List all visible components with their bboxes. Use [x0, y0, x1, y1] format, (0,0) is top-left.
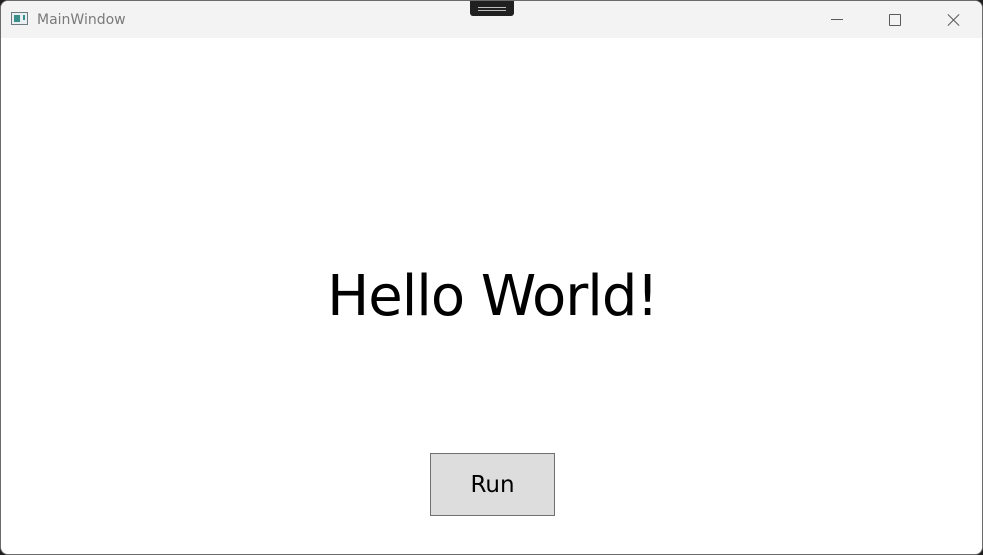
close-icon [947, 13, 960, 26]
window-content: Hello World! Run [1, 38, 982, 554]
app-window-icon [11, 12, 28, 25]
main-window: MainWindow Hello World! Run [0, 0, 983, 555]
greeting-text: Hello World! [327, 264, 659, 329]
snap-layout-handle-icon[interactable] [470, 1, 514, 16]
close-button[interactable] [924, 1, 982, 38]
minimize-icon [831, 19, 843, 20]
maximize-button[interactable] [866, 1, 924, 38]
run-button[interactable]: Run [430, 453, 555, 516]
title-bar[interactable]: MainWindow [1, 1, 982, 38]
minimize-button[interactable] [808, 1, 866, 38]
maximize-icon [889, 14, 901, 26]
window-title: MainWindow [37, 12, 126, 28]
